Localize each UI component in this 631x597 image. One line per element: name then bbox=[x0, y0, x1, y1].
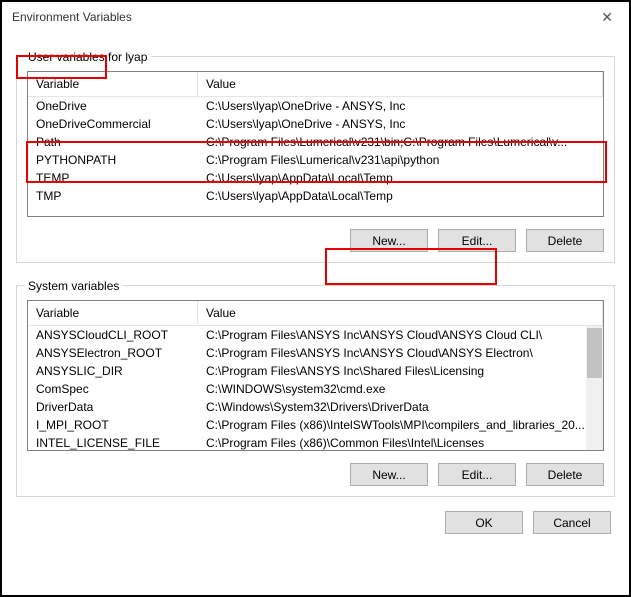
system-delete-button[interactable]: Delete bbox=[526, 463, 604, 486]
cell-value: C:\Users\lyap\OneDrive - ANSYS, Inc bbox=[198, 98, 603, 114]
dialog-button-row: OK Cancel bbox=[16, 511, 615, 534]
cell-value: C:\Program Files\ANSYS Inc\Shared Files\… bbox=[198, 363, 603, 379]
cell-value: C:\Program Files (x86)\IntelSWTools\MPI\… bbox=[198, 417, 603, 433]
cell-value: C:\Windows\System32\Drivers\DriverData bbox=[198, 399, 603, 415]
table-row[interactable]: ANSYSElectron_ROOT C:\Program Files\ANSY… bbox=[28, 344, 603, 362]
col-header-variable[interactable]: Variable bbox=[28, 72, 198, 96]
cell-variable: ANSYSLIC_DIR bbox=[28, 363, 198, 379]
system-button-row: New... Edit... Delete bbox=[27, 463, 604, 486]
table-row[interactable]: PYTHONPATH C:\Program Files\Lumerical\v2… bbox=[28, 151, 603, 169]
cell-variable: ANSYSElectron_ROOT bbox=[28, 345, 198, 361]
table-row[interactable]: TEMP C:\Users\lyap\AppData\Local\Temp bbox=[28, 169, 603, 187]
col-header-value[interactable]: Value bbox=[198, 72, 603, 96]
close-icon[interactable]: ✕ bbox=[595, 7, 619, 28]
col-header-value[interactable]: Value bbox=[198, 301, 603, 325]
list-body: OneDrive C:\Users\lyap\OneDrive - ANSYS,… bbox=[28, 97, 603, 216]
user-button-row: New... Edit... Delete bbox=[27, 229, 604, 252]
cell-value: C:\Program Files\Lumerical\v231\api\pyth… bbox=[198, 152, 603, 168]
col-header-variable[interactable]: Variable bbox=[28, 301, 198, 325]
cell-variable: INTEL_LICENSE_FILE bbox=[28, 435, 198, 450]
user-variables-list[interactable]: Variable Value OneDrive C:\Users\lyap\On… bbox=[27, 71, 604, 217]
cell-variable: Path bbox=[28, 134, 198, 150]
list-body: ANSYSCloudCLI_ROOT C:\Program Files\ANSY… bbox=[28, 326, 603, 450]
system-edit-button[interactable]: Edit... bbox=[438, 463, 516, 486]
list-header: Variable Value bbox=[28, 72, 603, 97]
cell-value: C:\Users\lyap\AppData\Local\Temp bbox=[198, 188, 603, 204]
cell-value: C:\Users\lyap\AppData\Local\Temp bbox=[198, 170, 603, 186]
cell-variable: ComSpec bbox=[28, 381, 198, 397]
system-variables-group: System variables Variable Value ANSYSClo… bbox=[16, 271, 615, 497]
system-group-label: System variables bbox=[24, 279, 123, 293]
user-delete-button[interactable]: Delete bbox=[526, 229, 604, 252]
table-row[interactable]: ANSYSLIC_DIR C:\Program Files\ANSYS Inc\… bbox=[28, 362, 603, 380]
cell-value: C:\Program Files\ANSYS Inc\ANSYS Cloud\A… bbox=[198, 345, 603, 361]
cell-variable: TEMP bbox=[28, 170, 198, 186]
table-row[interactable]: INTEL_LICENSE_FILE C:\Program Files (x86… bbox=[28, 434, 603, 450]
cell-variable: OneDrive bbox=[28, 98, 198, 114]
dialog-window: Environment Variables ✕ User variables f… bbox=[0, 0, 631, 597]
cell-value: C:\Program Files\ANSYS Inc\ANSYS Cloud\A… bbox=[198, 327, 603, 343]
table-row[interactable]: DriverData C:\Windows\System32\Drivers\D… bbox=[28, 398, 603, 416]
user-variables-group: User variables for lyap Variable Value O… bbox=[16, 42, 615, 263]
list-header: Variable Value bbox=[28, 301, 603, 326]
cell-value: C:\Program Files (x86)\Common Files\Inte… bbox=[198, 435, 603, 450]
user-group-label: User variables for lyap bbox=[24, 50, 151, 64]
cell-variable: DriverData bbox=[28, 399, 198, 415]
user-new-button[interactable]: New... bbox=[350, 229, 428, 252]
table-row[interactable]: OneDriveCommercial C:\Users\lyap\OneDriv… bbox=[28, 115, 603, 133]
cell-variable: OneDriveCommercial bbox=[28, 116, 198, 132]
cell-value: C:\WINDOWS\system32\cmd.exe bbox=[198, 381, 603, 397]
table-row[interactable]: OneDrive C:\Users\lyap\OneDrive - ANSYS,… bbox=[28, 97, 603, 115]
scrollbar-vertical[interactable] bbox=[586, 326, 603, 450]
dialog-content: User variables for lyap Variable Value O… bbox=[2, 32, 629, 546]
cell-variable: I_MPI_ROOT bbox=[28, 417, 198, 433]
window-title: Environment Variables bbox=[12, 10, 132, 24]
ok-button[interactable]: OK bbox=[445, 511, 523, 534]
cell-value: C:\Program Files\Lumerical\v231\bin;C:\P… bbox=[198, 134, 603, 150]
scrollbar-thumb[interactable] bbox=[587, 328, 602, 378]
table-row[interactable]: Path C:\Program Files\Lumerical\v231\bin… bbox=[28, 133, 603, 151]
cancel-button[interactable]: Cancel bbox=[533, 511, 611, 534]
cell-variable: ANSYSCloudCLI_ROOT bbox=[28, 327, 198, 343]
table-row[interactable]: ANSYSCloudCLI_ROOT C:\Program Files\ANSY… bbox=[28, 326, 603, 344]
cell-variable: TMP bbox=[28, 188, 198, 204]
cell-variable: PYTHONPATH bbox=[28, 152, 198, 168]
table-row[interactable]: I_MPI_ROOT C:\Program Files (x86)\IntelS… bbox=[28, 416, 603, 434]
table-row[interactable]: ComSpec C:\WINDOWS\system32\cmd.exe bbox=[28, 380, 603, 398]
titlebar: Environment Variables ✕ bbox=[2, 2, 629, 32]
cell-value: C:\Users\lyap\OneDrive - ANSYS, Inc bbox=[198, 116, 603, 132]
table-row[interactable]: TMP C:\Users\lyap\AppData\Local\Temp bbox=[28, 187, 603, 205]
user-edit-button[interactable]: Edit... bbox=[438, 229, 516, 252]
system-new-button[interactable]: New... bbox=[350, 463, 428, 486]
system-variables-list[interactable]: Variable Value ANSYSCloudCLI_ROOT C:\Pro… bbox=[27, 300, 604, 451]
